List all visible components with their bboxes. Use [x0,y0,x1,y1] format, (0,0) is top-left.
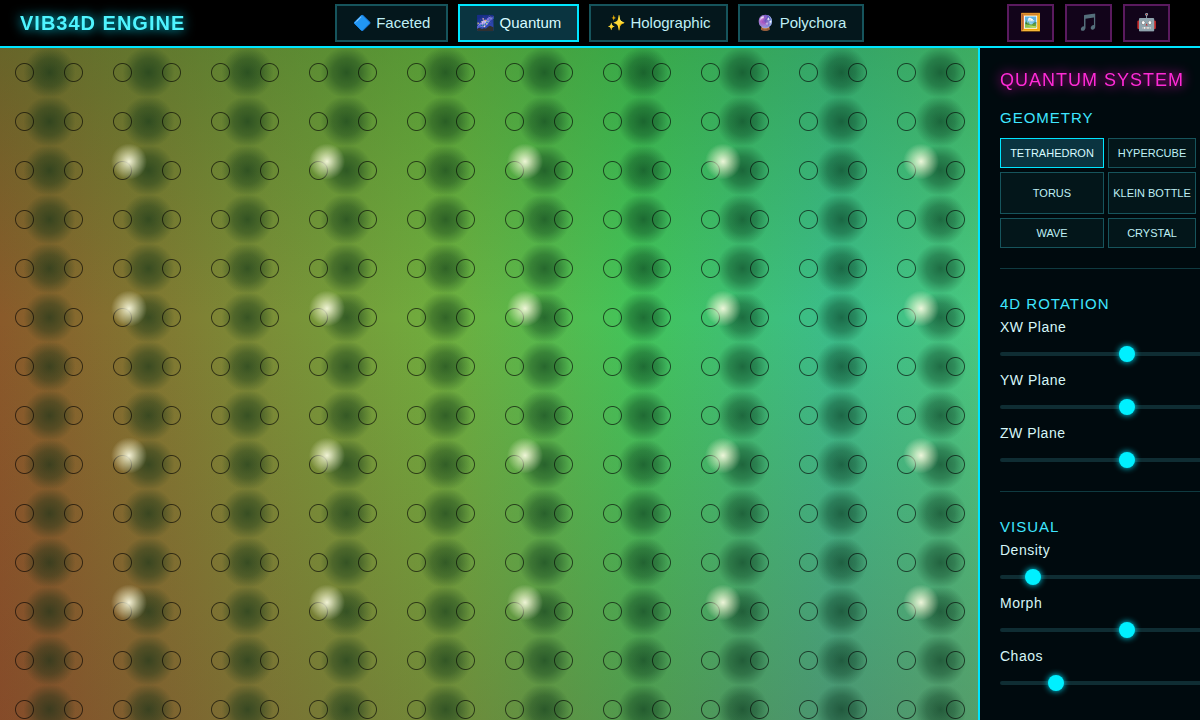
slider-label: XW Plane [1000,318,1200,336]
geometry-button[interactable]: KLEIN BOTTLE [1108,172,1196,214]
slider-track[interactable] [1000,405,1200,409]
top-bar: VIB34D ENGINE 🔷 Faceted 🌌 Quantum ✨ Hologr… [0,0,1200,48]
action-icon: 🎵 [1078,10,1099,36]
slider-thumb[interactable] [1119,622,1135,638]
slider-label: Morph [1000,594,1200,612]
slider-row: YW Plane [1000,371,1200,424]
geometry-button[interactable]: TORUS [1000,172,1104,214]
section-heading: VISUAL [1000,517,1200,537]
geometry-button[interactable]: TETRAHEDRON [1000,138,1104,168]
slider-thumb[interactable] [1119,452,1135,468]
slider-row: XW Plane [1000,318,1200,371]
action-button[interactable]: 🤖 [1123,4,1170,42]
slider-thumb[interactable] [1119,399,1135,415]
action-icon: 🖼️ [1020,10,1041,36]
slider-row: ZW Plane [1000,424,1200,477]
mode-tab[interactable]: ✨ Holographic [589,4,728,42]
slider-label: Chaos [1000,647,1200,665]
slider-track[interactable] [1000,352,1200,356]
slider-thumb[interactable] [1025,569,1041,585]
slider-row: Density [1000,541,1200,594]
section-heading: GEOMETRY [1000,108,1200,128]
slider-label: ZW Plane [1000,424,1200,442]
action-icon: 🤖 [1136,10,1157,36]
divider [1000,491,1200,492]
slider-track[interactable] [1000,628,1200,632]
slider-track[interactable] [1000,458,1200,462]
slider-row: Chaos [1000,647,1200,700]
divider [1000,268,1200,269]
control-panel: QUANTUM SYSTEM GEOMETRY TETRAHEDRONHYPER… [980,48,1200,720]
slider-track[interactable] [1000,681,1200,685]
quantum-canvas[interactable] [0,48,980,720]
action-button[interactable]: 🖼️ [1007,4,1054,42]
slider-row: Morph [1000,594,1200,647]
panel-title: QUANTUM SYSTEM [1000,68,1200,92]
slider-thumb[interactable] [1048,675,1064,691]
mode-tab[interactable]: 🌌 Quantum [458,4,579,42]
geometry-button[interactable]: WAVE [1000,218,1104,248]
geometry-button[interactable]: CRYSTAL [1108,218,1196,248]
slider-track[interactable] [1000,575,1200,579]
mode-tab[interactable]: 🔮 Polychora [738,4,864,42]
section-heading: 4D ROTATION [1000,294,1200,314]
slider-label: Density [1000,541,1200,559]
geometry-button[interactable]: HYPERCUBE [1108,138,1196,168]
slider-thumb[interactable] [1119,346,1135,362]
logo: VIB34D ENGINE [20,8,335,38]
slider-label: YW Plane [1000,371,1200,389]
action-button[interactable]: 🎵 [1065,4,1112,42]
mode-tab[interactable]: 🔷 Faceted [335,4,448,42]
